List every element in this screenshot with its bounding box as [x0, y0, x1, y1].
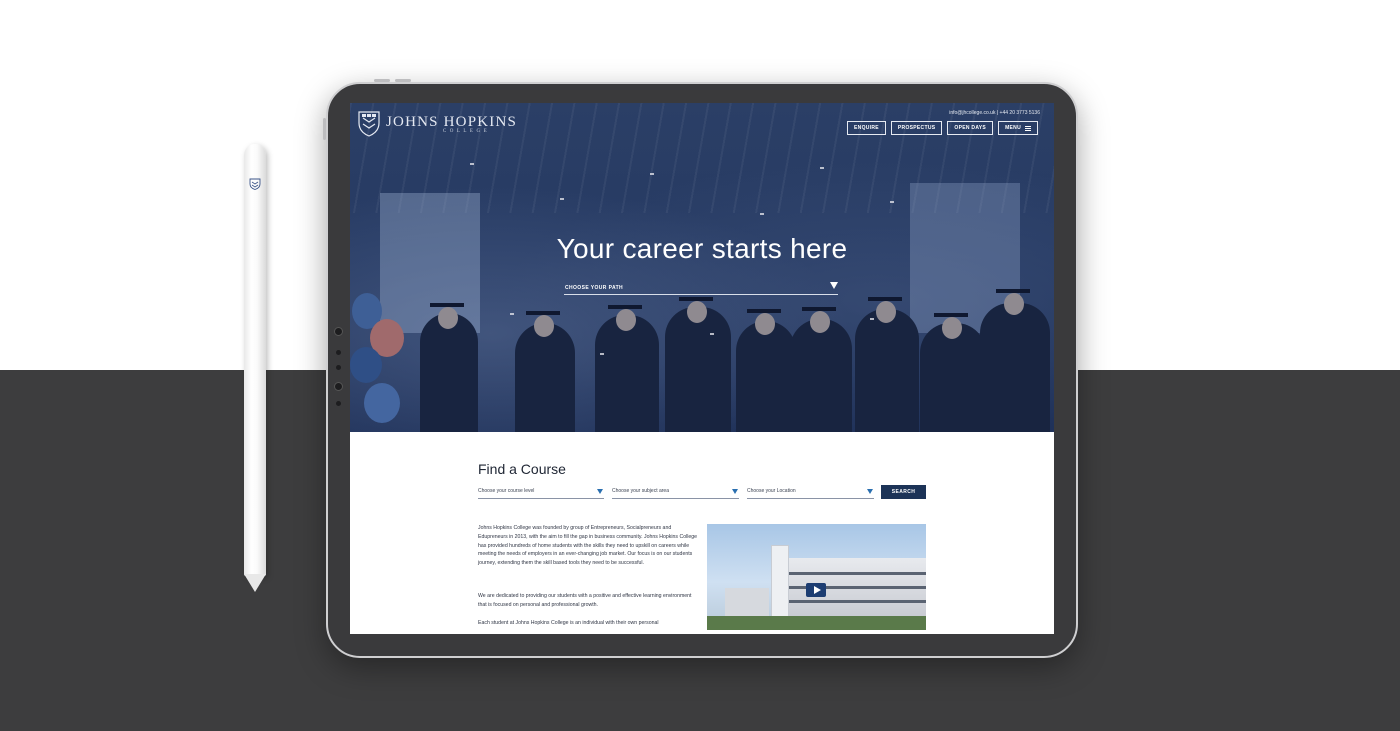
tablet-sensor-3 [336, 401, 341, 406]
tablet-camera [334, 327, 343, 336]
about-paragraph: Each student at Johns Hopkins College is… [478, 620, 659, 626]
building-left [725, 588, 769, 618]
hamburger-icon [1025, 125, 1031, 132]
graduate-figure [980, 303, 1050, 432]
confetti [870, 318, 874, 320]
enquire-label: ENQUIRE [854, 125, 879, 131]
graduate-figure [515, 323, 575, 432]
choose-path-dropdown[interactable]: CHOOSE YOUR PATH [564, 282, 838, 295]
caret-down-icon [867, 489, 873, 494]
graduate-cap [526, 311, 560, 315]
prospectus-label: PROSPECTUS [897, 125, 936, 131]
stylus-tip [244, 574, 266, 592]
graduate-figure [855, 309, 919, 432]
confetti [470, 163, 474, 165]
graduate-cap [430, 303, 464, 307]
graduate-cap [679, 297, 713, 301]
open-days-label: OPEN DAYS [954, 125, 987, 131]
find-course-title: Find a Course [478, 461, 566, 477]
site-logo[interactable]: JOHNS HOPKINS COLLEGE [358, 111, 517, 137]
tablet-button-side [323, 118, 326, 140]
confetti [560, 198, 564, 200]
graduate-cap [608, 305, 642, 309]
building-stripe [785, 600, 926, 603]
tablet-camera-2 [334, 382, 343, 391]
caret-down-icon [597, 489, 603, 494]
graduate-cap [934, 313, 968, 317]
graduate-cap [868, 297, 902, 301]
lawn [707, 616, 926, 630]
play-button[interactable] [806, 583, 826, 597]
graduate-figure [595, 315, 659, 432]
stylus-pencil [244, 144, 266, 576]
course-level-label: Choose your course level [478, 488, 535, 494]
graduate-figure [920, 323, 986, 432]
graduate-head [687, 301, 707, 323]
confetti [650, 173, 654, 175]
graduate-head [1004, 293, 1024, 315]
graduate-head [755, 313, 775, 335]
confetti [890, 201, 894, 203]
confetti [510, 313, 514, 315]
choose-path-label: CHOOSE YOUR PATH [565, 285, 624, 291]
course-level-select[interactable]: Choose your course level [478, 487, 604, 499]
caret-down-icon [830, 282, 838, 289]
graduate-figure [790, 319, 852, 432]
graduate-cap [802, 307, 836, 311]
confetti [760, 213, 764, 215]
contact-info[interactable]: info@jhcollege.co.uk | +44 20 3773 5136 [949, 110, 1040, 116]
crest-icon [358, 111, 380, 137]
hero-section: JOHNS HOPKINS COLLEGE info@jhcollege.co.… [350, 103, 1054, 432]
tablet-button-top-2 [395, 79, 411, 82]
menu-button[interactable]: MENU [998, 121, 1038, 135]
crest-icon [249, 178, 261, 190]
tablet-screen: JOHNS HOPKINS COLLEGE info@jhcollege.co.… [350, 103, 1054, 634]
balloon [350, 347, 382, 383]
campus-video-thumbnail[interactable] [707, 524, 926, 630]
top-nav: ENQUIRE PROSPECTUS OPEN DAYS MENU [847, 121, 1038, 135]
subject-area-select[interactable]: Choose your subject area [612, 487, 739, 499]
graduate-figure [736, 321, 796, 432]
open-days-button[interactable]: OPEN DAYS [947, 121, 994, 135]
balloon [364, 383, 400, 423]
graduate-figure [665, 307, 731, 432]
tablet-sensor [336, 350, 341, 355]
hero-title: Your career starts here [556, 233, 848, 264]
graduate-head [810, 311, 830, 333]
graduate-head [616, 309, 636, 331]
building-stripe [785, 572, 926, 575]
tablet-button-top [374, 79, 390, 82]
confetti [600, 353, 604, 355]
pencil-logo [249, 174, 261, 190]
graduate-figure [420, 313, 478, 432]
graduate-head [534, 315, 554, 337]
search-button[interactable]: SEARCH [881, 485, 926, 499]
graduate-cap [996, 289, 1030, 293]
enquire-button[interactable]: ENQUIRE [847, 121, 886, 135]
building-tower [771, 545, 789, 619]
tablet-sensor-2 [336, 365, 341, 370]
graduate-cap [747, 309, 781, 313]
location-label: Choose your Location [747, 488, 796, 494]
about-paragraph: We are dedicated to providing our studen… [478, 593, 692, 608]
confetti [710, 333, 714, 335]
about-paragraph: Johns Hopkins College was founded by gro… [478, 525, 698, 567]
graduate-head [876, 301, 896, 323]
confetti [820, 167, 824, 169]
menu-label: MENU [1005, 125, 1021, 131]
play-icon [813, 586, 821, 594]
graduate-head [438, 307, 458, 329]
graduate-head [942, 317, 962, 339]
location-select[interactable]: Choose your Location [747, 487, 874, 499]
logo-name: JOHNS HOPKINS [386, 113, 518, 130]
subject-area-label: Choose your subject area [612, 488, 669, 494]
caret-down-icon [732, 489, 738, 494]
prospectus-button[interactable]: PROSPECTUS [890, 121, 943, 135]
